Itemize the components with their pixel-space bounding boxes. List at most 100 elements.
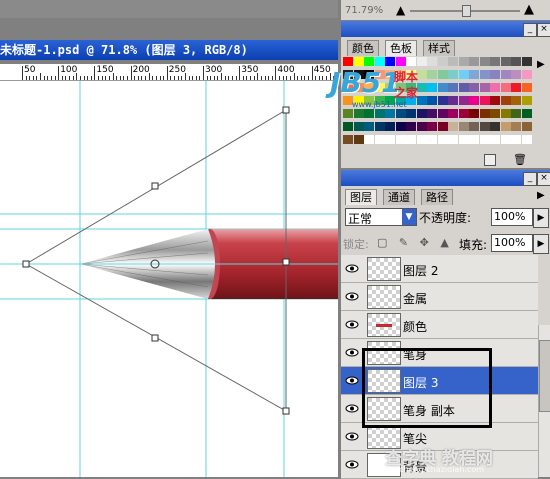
eye-icon[interactable] <box>345 347 359 357</box>
color-swatch[interactable] <box>490 57 501 67</box>
tab-swatches[interactable]: 色板 <box>385 40 417 56</box>
color-swatch[interactable] <box>479 122 491 132</box>
minimize-icon[interactable]: _ <box>523 172 537 186</box>
color-swatch[interactable] <box>479 83 491 93</box>
layers-panel-titlebar[interactable]: _ × <box>341 170 550 186</box>
color-swatch[interactable] <box>469 109 480 119</box>
color-swatch[interactable] <box>437 122 449 132</box>
color-swatch[interactable] <box>490 135 501 145</box>
fill-arrow-icon[interactable]: ▶ <box>533 234 549 254</box>
color-swatch[interactable] <box>500 57 512 67</box>
color-swatch[interactable] <box>364 135 375 145</box>
color-swatch[interactable] <box>511 57 522 67</box>
panel-menu-icon[interactable]: ▶ <box>537 59 545 70</box>
color-swatch[interactable] <box>521 122 533 132</box>
color-swatch[interactable] <box>374 135 386 145</box>
color-swatch[interactable] <box>469 96 480 106</box>
color-swatch[interactable] <box>521 96 533 106</box>
delete-swatch-icon[interactable]: 🗑 <box>513 153 527 166</box>
tab-paths[interactable]: 路径 <box>421 189 453 205</box>
color-swatch[interactable] <box>458 70 470 80</box>
color-swatch[interactable] <box>490 122 501 132</box>
canvas[interactable] <box>0 81 338 477</box>
color-swatch[interactable] <box>458 135 470 145</box>
layer-row[interactable]: 颜色 <box>341 311 538 339</box>
color-swatch[interactable] <box>511 122 522 132</box>
color-swatch[interactable] <box>437 96 449 106</box>
color-panel-titlebar[interactable]: _ × <box>341 21 550 37</box>
color-swatch[interactable] <box>521 135 533 145</box>
color-swatch[interactable] <box>353 122 365 132</box>
color-swatch[interactable] <box>437 109 449 119</box>
blend-mode-select[interactable]: 正常 ▼ <box>345 208 417 226</box>
color-swatch[interactable] <box>521 70 533 80</box>
tab-layers[interactable]: 图层 <box>345 189 377 205</box>
color-swatch[interactable] <box>437 57 449 67</box>
tab-channels[interactable]: 通道 <box>383 189 415 205</box>
color-swatch[interactable] <box>500 109 512 119</box>
color-swatch[interactable] <box>500 70 512 80</box>
color-swatch[interactable] <box>385 135 396 145</box>
tab-styles[interactable]: 样式 <box>423 40 455 56</box>
close-icon[interactable]: × <box>537 23 550 37</box>
color-swatch[interactable] <box>521 109 533 119</box>
color-swatch[interactable] <box>343 122 354 132</box>
panel-menu-icon[interactable]: ▶ <box>537 190 545 201</box>
color-swatch[interactable] <box>469 135 480 145</box>
eye-icon[interactable] <box>345 291 359 301</box>
document-title-bar[interactable]: 未标题-1.psd @ 71.8% (图层 3, RGB/8) <box>0 40 338 60</box>
color-swatch[interactable] <box>406 122 417 132</box>
color-swatch[interactable] <box>490 96 501 106</box>
color-swatch[interactable] <box>385 122 396 132</box>
layer-row[interactable]: 图层 2 <box>341 255 538 283</box>
color-swatch[interactable] <box>437 135 449 145</box>
zoom-in-icon[interactable]: ▲ <box>524 2 534 17</box>
color-swatch[interactable] <box>448 122 459 132</box>
eye-icon[interactable] <box>345 375 359 385</box>
color-swatch[interactable] <box>374 122 386 132</box>
color-swatch[interactable] <box>343 135 354 145</box>
color-swatch[interactable] <box>427 135 438 145</box>
color-swatch[interactable] <box>500 135 512 145</box>
color-swatch[interactable] <box>458 83 470 93</box>
lock-icons[interactable]: ▢ ✎ ✥ ▲ <box>377 236 453 249</box>
color-swatch[interactable] <box>511 96 522 106</box>
zoom-slider-knob[interactable] <box>462 5 471 17</box>
color-swatch[interactable] <box>479 70 491 80</box>
color-swatch[interactable] <box>458 109 470 119</box>
eye-icon[interactable] <box>345 403 359 413</box>
color-swatch[interactable] <box>469 122 480 132</box>
fill-input[interactable]: 100% <box>491 234 533 252</box>
color-swatch[interactable] <box>437 70 449 80</box>
color-swatch[interactable] <box>490 83 501 93</box>
minimize-icon[interactable]: _ <box>523 23 537 37</box>
color-swatch[interactable] <box>521 83 533 93</box>
color-swatch[interactable] <box>458 57 470 67</box>
color-swatch[interactable] <box>511 109 522 119</box>
color-swatch[interactable] <box>479 96 491 106</box>
color-swatch[interactable] <box>437 83 449 93</box>
color-swatch[interactable] <box>416 122 428 132</box>
color-swatch[interactable] <box>458 122 470 132</box>
color-swatch[interactable] <box>479 57 491 67</box>
color-swatch[interactable] <box>469 70 480 80</box>
color-swatch[interactable] <box>448 70 459 80</box>
chevron-down-icon[interactable]: ▼ <box>402 209 416 225</box>
color-swatch[interactable] <box>406 135 417 145</box>
color-swatch[interactable] <box>469 57 480 67</box>
color-swatch[interactable] <box>500 83 512 93</box>
color-swatch[interactable] <box>395 135 407 145</box>
color-swatch[interactable] <box>490 70 501 80</box>
color-swatch[interactable] <box>479 109 491 119</box>
color-swatch[interactable] <box>448 83 459 93</box>
color-swatch[interactable] <box>448 109 459 119</box>
color-swatch[interactable] <box>458 96 470 106</box>
color-swatch[interactable] <box>395 122 407 132</box>
color-swatch[interactable] <box>490 109 501 119</box>
tab-color[interactable]: 颜色 <box>347 40 379 56</box>
opacity-arrow-icon[interactable]: ▶ <box>533 208 549 228</box>
color-swatch[interactable] <box>500 96 512 106</box>
eye-icon[interactable] <box>345 319 359 329</box>
color-swatch[interactable] <box>479 135 491 145</box>
color-swatch[interactable] <box>469 83 480 93</box>
